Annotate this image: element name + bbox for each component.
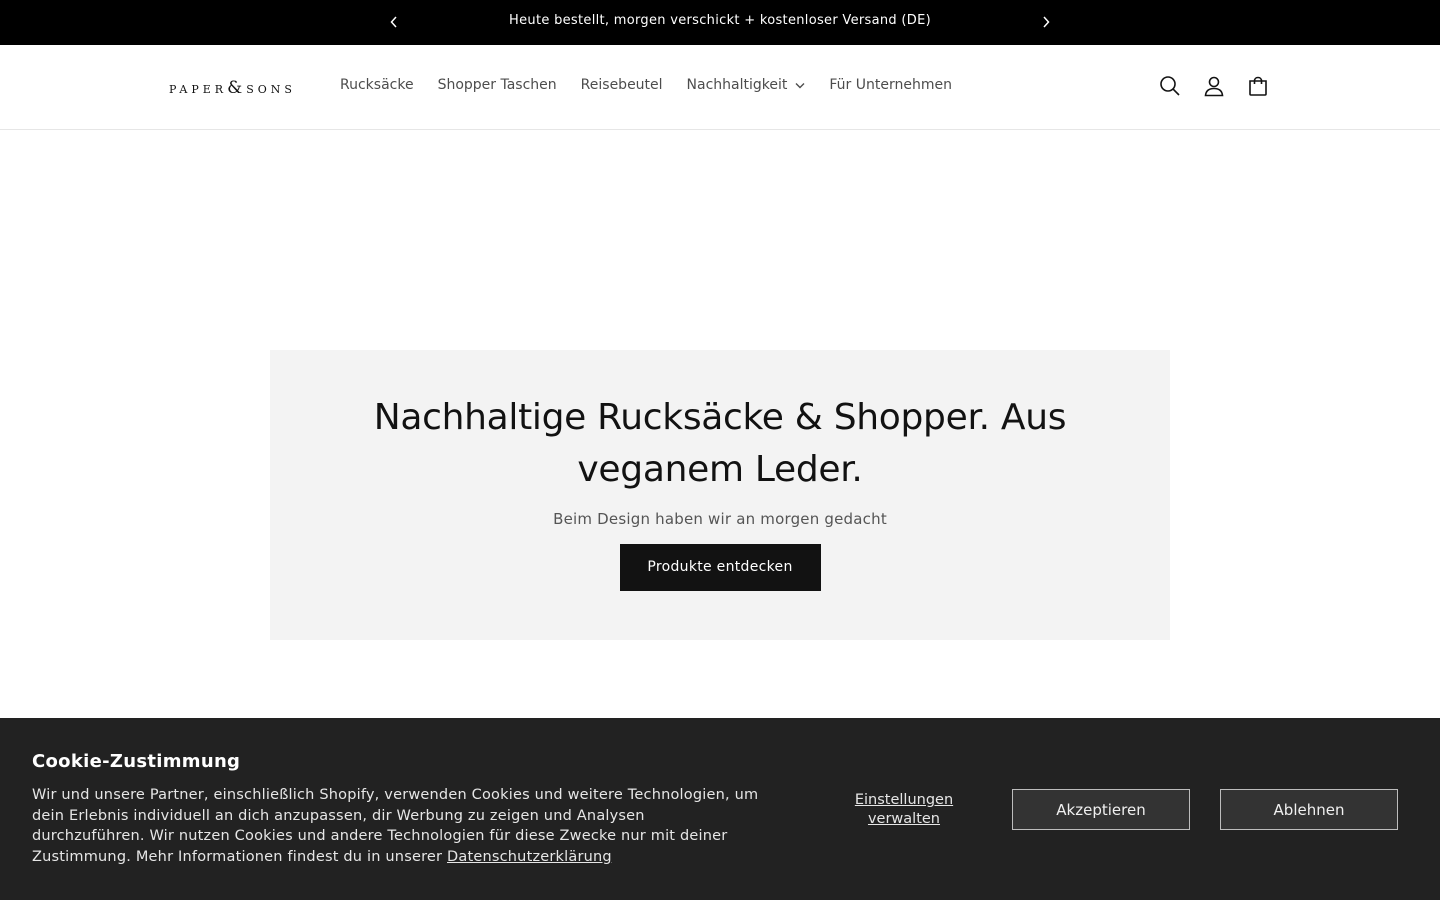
hero-banner: Nachhaltige Rucksäcke & Shopper. Aus veg… bbox=[270, 350, 1170, 640]
nav-label: Reisebeutel bbox=[580, 77, 663, 93]
nav-label: Für Unternehmen bbox=[829, 77, 952, 93]
manage-settings-link[interactable]: Einstellungen verwalten bbox=[844, 791, 964, 829]
nav-item-fuer-unternehmen[interactable]: Für Unternehmen bbox=[817, 75, 964, 95]
cookie-consent-banner: Cookie-Zustimmung Wir und unsere Partner… bbox=[0, 718, 1440, 900]
cookie-title: Cookie-Zustimmung bbox=[32, 751, 241, 772]
nav-item-reisebeutel[interactable]: Reisebeutel bbox=[569, 75, 675, 95]
announcement-text: Heute bestellt, morgen verschickt + kost… bbox=[509, 13, 931, 28]
nav-item-nachhaltigkeit[interactable]: Nachhaltigkeit bbox=[675, 75, 818, 95]
search-icon bbox=[1160, 76, 1180, 96]
nav-label: Shopper Taschen bbox=[437, 77, 557, 93]
main-nav: Rucksäcke Shopper Taschen Reisebeutel Na… bbox=[328, 75, 964, 95]
logo-ampersand: & bbox=[227, 78, 243, 98]
account-button[interactable] bbox=[1202, 74, 1226, 98]
cart-button[interactable] bbox=[1246, 74, 1270, 98]
cookie-body-text: Wir und unsere Partner, einschließlich S… bbox=[32, 787, 759, 865]
header-icons bbox=[1158, 74, 1270, 98]
search-button[interactable] bbox=[1158, 74, 1182, 98]
logo-word-paper: PAPER bbox=[169, 83, 228, 96]
account-icon bbox=[1204, 76, 1224, 97]
decline-button[interactable]: Ablehnen bbox=[1220, 789, 1398, 830]
next-announcement-button[interactable] bbox=[1036, 12, 1056, 32]
nav-label: Nachhaltigkeit bbox=[686, 77, 788, 93]
chevron-down-icon bbox=[795, 82, 805, 89]
discover-products-button[interactable]: Produkte entdecken bbox=[619, 544, 821, 591]
nav-item-shopper-taschen[interactable]: Shopper Taschen bbox=[426, 75, 569, 95]
chevron-right-icon bbox=[1043, 16, 1050, 28]
hero-subheading: Beim Design haben wir an morgen gedacht bbox=[553, 510, 887, 528]
cookie-body: Wir und unsere Partner, einschließlich S… bbox=[32, 785, 762, 867]
hero-heading: Nachhaltige Rucksäcke & Shopper. Aus veg… bbox=[373, 397, 1067, 490]
site-header: PAPER & SONS Rucksäcke Shopper Taschen R… bbox=[0, 45, 1440, 130]
cart-icon bbox=[1249, 76, 1267, 96]
nav-label: Rucksäcke bbox=[340, 77, 414, 93]
announcement-bar: Heute bestellt, morgen verschickt + kost… bbox=[0, 0, 1440, 45]
nav-item-rucksaecke[interactable]: Rucksäcke bbox=[328, 75, 426, 95]
accept-button[interactable]: Akzeptieren bbox=[1012, 789, 1190, 830]
privacy-policy-link[interactable]: Datenschutzerklärung bbox=[447, 849, 612, 865]
brand-logo[interactable]: PAPER & SONS bbox=[169, 78, 296, 98]
logo-word-sons: SONS bbox=[246, 83, 296, 96]
